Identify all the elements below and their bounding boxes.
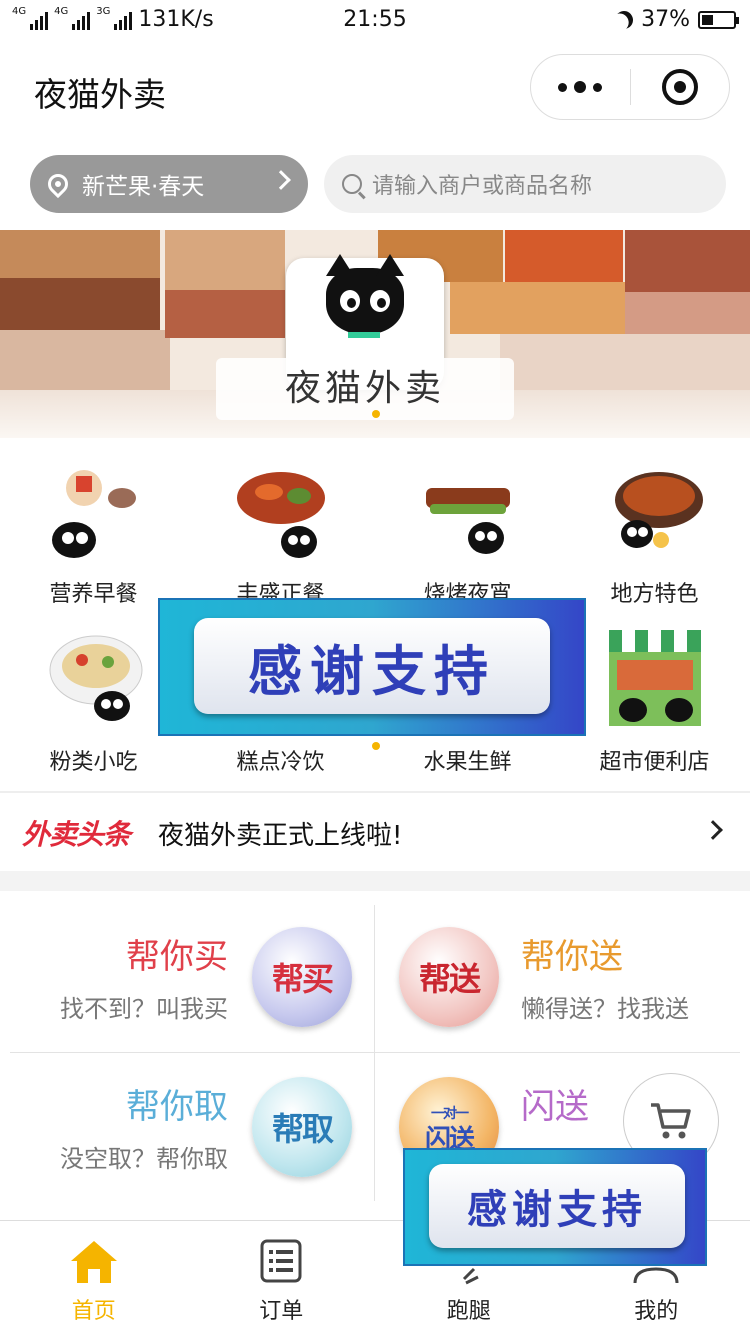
close-button[interactable] — [630, 69, 729, 105]
tab-orders[interactable]: 订单 — [188, 1221, 376, 1333]
banner-carousel[interactable]: 夜猫外卖 — [0, 230, 750, 438]
order-list-icon — [260, 1239, 302, 1283]
news-tag: 外卖头条 — [22, 818, 131, 851]
thanks-overlay: 感谢支持 — [158, 598, 586, 736]
mini-program-capsule — [530, 54, 730, 120]
service-subtitle: 懒得送？找我送 — [521, 995, 689, 1023]
food-photo — [165, 230, 285, 290]
black-cat-icon — [326, 254, 404, 334]
food-photo — [0, 278, 160, 330]
tab-home[interactable]: 首页 — [0, 1221, 188, 1333]
noodle-icon — [41, 626, 146, 730]
location-pin-icon — [43, 169, 73, 199]
category-item[interactable]: 地方特色 — [561, 450, 748, 608]
food-photo — [505, 230, 623, 282]
service-buy[interactable]: 帮你买 找不到？叫我买 帮买 — [0, 905, 362, 1055]
battery-percent: 37% — [641, 7, 690, 32]
chevron-right-icon — [703, 820, 723, 840]
food-photo — [625, 292, 750, 334]
service-subtitle: 没空取？帮你取 — [60, 1145, 228, 1173]
cart-icon — [651, 1103, 691, 1139]
breakfast-icon — [41, 458, 146, 562]
close-target-icon — [661, 69, 698, 105]
more-icon — [558, 82, 568, 92]
nav-bar: 夜猫外卖 — [0, 48, 750, 132]
status-bar: 4G 4G 3G 131K/s 21:55 37% — [0, 0, 750, 40]
service-title: 帮你送 — [521, 937, 623, 977]
news-text: 夜猫外卖正式上线啦! — [158, 820, 403, 851]
food-photo — [0, 330, 170, 390]
thanks-overlay-text: 感谢支持 — [194, 618, 550, 714]
thanks-overlay-text: 感谢支持 — [429, 1164, 685, 1248]
location-selector[interactable]: 新芒果·春天 — [30, 155, 308, 213]
category-item[interactable]: 丰盛正餐 — [187, 450, 374, 608]
service-subtitle: 找不到？叫我买 — [60, 995, 228, 1023]
service-deliver[interactable]: 帮送 帮你送 懒得送？找我送 — [375, 905, 737, 1055]
home-icon — [70, 1241, 117, 1283]
service-title: 帮你取 — [126, 1087, 228, 1127]
service-pickup[interactable]: 帮你取 没空取？帮你取 帮取 — [0, 1055, 362, 1205]
search-input[interactable]: 请输入商户或商品名称 — [324, 155, 726, 213]
tab-label: 首页 — [71, 1299, 116, 1324]
pickup-badge-icon: 帮取 — [252, 1077, 352, 1177]
food-photo — [0, 230, 160, 278]
category-label: 地方特色 — [610, 582, 699, 607]
bbq-icon — [415, 458, 520, 562]
local-food-icon — [602, 458, 707, 562]
section-divider — [0, 791, 750, 793]
food-photo — [625, 230, 750, 292]
carousel-indicator — [372, 410, 380, 418]
tab-label: 订单 — [259, 1299, 304, 1324]
battery-icon — [698, 10, 739, 29]
deliver-badge-icon: 帮送 — [399, 927, 499, 1027]
tab-label: 我的 — [634, 1299, 679, 1324]
category-item[interactable]: 烧烤夜宵 — [374, 450, 561, 608]
grid-page-indicator — [372, 742, 380, 750]
food-photo — [450, 282, 625, 334]
category-label: 水果生鲜 — [423, 750, 512, 775]
more-button[interactable] — [531, 55, 630, 119]
page-title: 夜猫外卖 — [34, 75, 166, 114]
category-label: 糕点冷饮 — [236, 750, 325, 775]
service-title: 帮你买 — [126, 937, 228, 977]
flash-badge-top: 一对一 — [431, 1106, 469, 1122]
search-icon — [342, 174, 362, 194]
service-title: 闪送 — [521, 1087, 589, 1127]
category-label: 超市便利店 — [599, 750, 710, 775]
tab-label: 跑腿 — [446, 1299, 491, 1324]
banner-brand-text: 夜猫外卖 — [216, 358, 514, 420]
category-label: 粉类小吃 — [49, 750, 138, 775]
do-not-disturb-icon — [612, 7, 637, 32]
search-placeholder: 请输入商户或商品名称 — [372, 174, 593, 199]
news-bar[interactable]: 外卖头条 夜猫外卖正式上线啦! — [0, 795, 750, 871]
category-item[interactable]: 营养早餐 — [0, 450, 187, 608]
meal-icon — [228, 458, 333, 562]
location-label: 新芒果·春天 — [82, 174, 205, 200]
thanks-overlay: 感谢支持 — [403, 1148, 707, 1266]
section-gap — [0, 871, 750, 891]
buy-badge-icon: 帮买 — [252, 927, 352, 1027]
category-item[interactable]: 超市便利店 — [561, 618, 748, 776]
chevron-right-icon — [271, 170, 291, 190]
food-photo — [165, 290, 285, 338]
market-icon — [602, 626, 707, 730]
